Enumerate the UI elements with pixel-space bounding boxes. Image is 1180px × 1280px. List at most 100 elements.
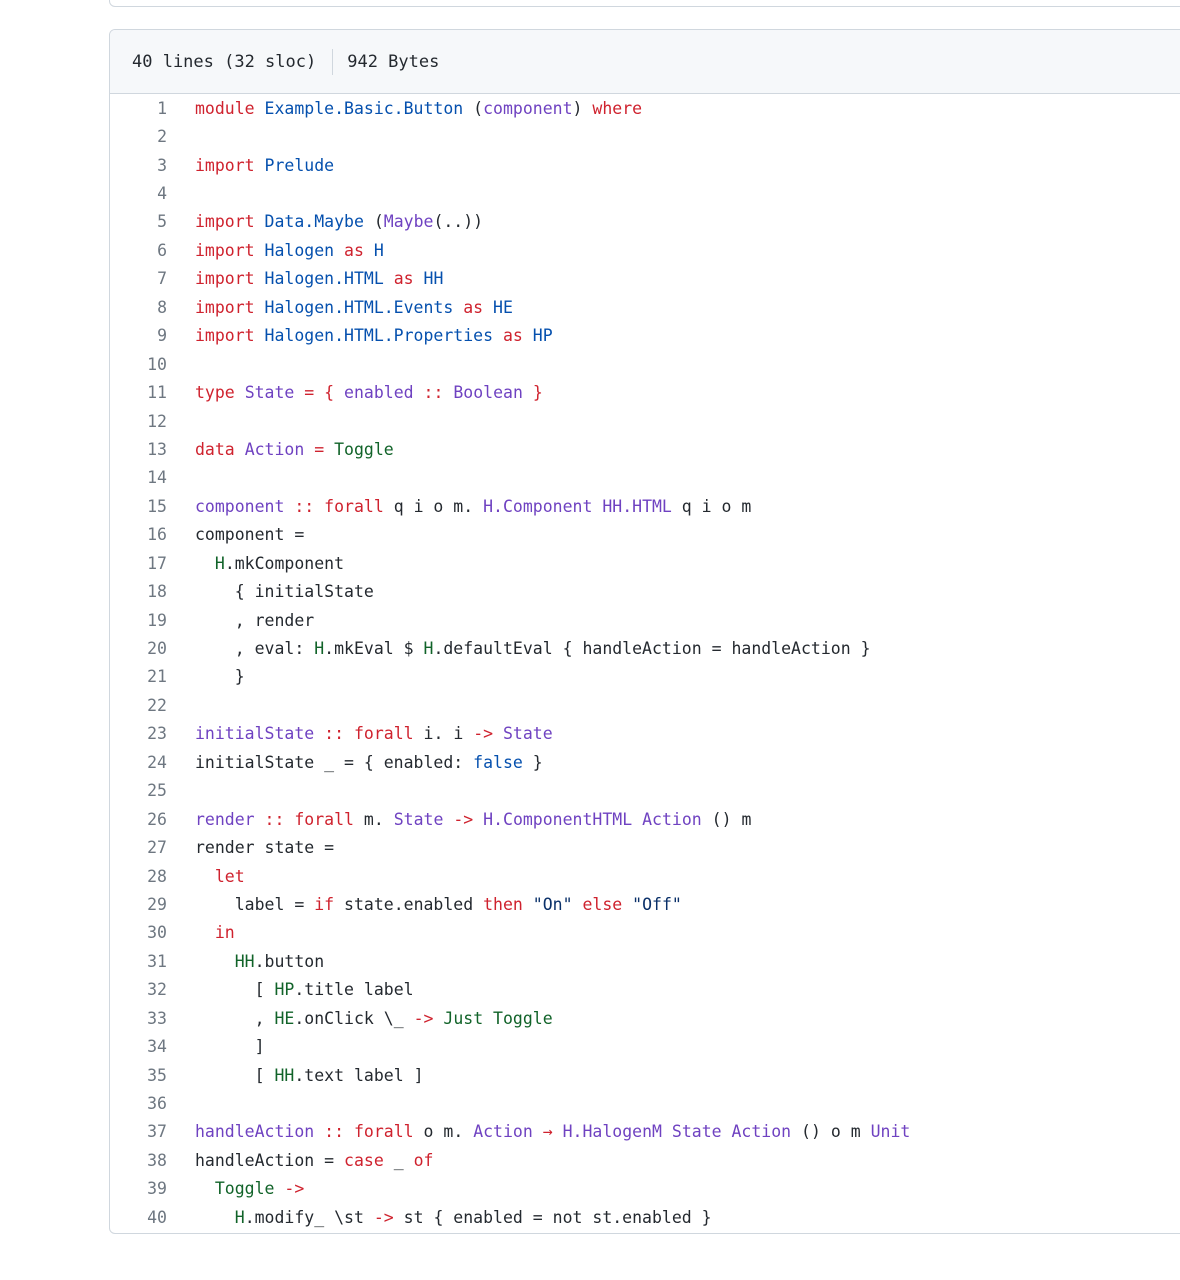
line-number[interactable]: 20 <box>110 639 167 658</box>
code-line: 32 [ HP.title label <box>110 976 1180 1004</box>
line-number[interactable]: 35 <box>110 1066 167 1085</box>
line-number[interactable]: 12 <box>110 412 167 431</box>
line-number[interactable]: 13 <box>110 440 167 459</box>
code-token: Action <box>642 809 702 829</box>
code-token: import <box>195 240 255 260</box>
line-number[interactable]: 40 <box>110 1208 167 1227</box>
line-code: , eval: H.mkEval $ H.defaultEval { handl… <box>167 639 871 658</box>
line-number[interactable]: 33 <box>110 1009 167 1028</box>
code-token: } <box>522 752 543 772</box>
code-token: HH <box>234 951 255 971</box>
line-number[interactable]: 15 <box>110 497 167 516</box>
line-number[interactable]: 25 <box>110 781 167 800</box>
code-token: H.HalogenM <box>562 1122 662 1142</box>
line-number[interactable]: 11 <box>110 383 167 402</box>
code-token: forall <box>353 724 414 744</box>
code-token: state.enabled <box>334 894 484 914</box>
code-token: st { enabled = not st.enabled } <box>393 1207 712 1227</box>
line-number[interactable]: 5 <box>110 212 167 231</box>
code-line: 6 import Halogen as H <box>110 236 1180 264</box>
line-number[interactable]: 28 <box>110 867 167 886</box>
line-number[interactable]: 22 <box>110 696 167 715</box>
line-number[interactable]: 34 <box>110 1037 167 1056</box>
code-line: 4 <box>110 179 1180 207</box>
code-token: Data.Maybe <box>264 212 364 232</box>
line-code: import Halogen.HTML as HH <box>167 269 443 288</box>
line-number[interactable]: 8 <box>110 298 167 317</box>
code-line: 8 import Halogen.HTML.Events as HE <box>110 293 1180 321</box>
code-token: :: <box>264 809 285 829</box>
line-number[interactable]: 19 <box>110 611 167 630</box>
code-token: i. i <box>413 724 474 744</box>
code-token: HE <box>493 297 513 317</box>
code-token: H.ComponentHTML <box>483 809 633 829</box>
line-number[interactable]: 23 <box>110 724 167 743</box>
line-number[interactable]: 37 <box>110 1122 167 1141</box>
line-number[interactable]: 1 <box>110 99 167 118</box>
line-number[interactable]: 27 <box>110 838 167 857</box>
code-token: :: <box>324 1122 345 1142</box>
line-code: handleAction :: forall o m. Action → H.H… <box>167 1122 910 1141</box>
line-number[interactable]: 26 <box>110 810 167 829</box>
line-number[interactable]: 2 <box>110 127 167 146</box>
code-token: -> <box>373 1207 394 1227</box>
line-number[interactable]: 32 <box>110 980 167 999</box>
code-token: where <box>592 98 643 118</box>
line-code: ] <box>167 1037 265 1056</box>
line-number[interactable]: 29 <box>110 895 167 914</box>
code-token: Just Toggle <box>443 1008 553 1028</box>
line-number[interactable]: 16 <box>110 525 167 544</box>
line-code: data Action = Toggle <box>167 440 394 459</box>
line-number[interactable]: 39 <box>110 1179 167 1198</box>
line-number[interactable]: 21 <box>110 667 167 686</box>
code-token: then <box>483 894 523 914</box>
line-number[interactable]: 30 <box>110 923 167 942</box>
line-number[interactable]: 10 <box>110 355 167 374</box>
code-line: 27 render state = <box>110 833 1180 861</box>
code-token: enabled <box>344 383 414 403</box>
code-token: "Off" <box>632 894 682 914</box>
code-token: → <box>542 1122 553 1142</box>
line-number[interactable]: 38 <box>110 1151 167 1170</box>
code-token: Prelude <box>264 155 335 175</box>
line-number[interactable]: 7 <box>110 269 167 288</box>
code-token: .defaultEval { handleAction = handleActi… <box>433 639 871 659</box>
line-number[interactable]: 14 <box>110 468 167 487</box>
line-code: H.mkComponent <box>167 554 344 573</box>
code-token: HP <box>274 980 295 1000</box>
line-number[interactable]: 6 <box>110 241 167 260</box>
line-number[interactable]: 3 <box>110 156 167 175</box>
line-number[interactable]: 24 <box>110 753 167 772</box>
line-number[interactable]: 17 <box>110 554 167 573</box>
code-token: :: <box>423 383 444 403</box>
code-token: q i o m. <box>383 496 484 516</box>
line-number[interactable]: 36 <box>110 1094 167 1113</box>
code-line: 7 import Halogen.HTML as HH <box>110 265 1180 293</box>
line-code: let <box>167 867 245 886</box>
line-number[interactable]: 18 <box>110 582 167 601</box>
line-code: HH.button <box>167 952 324 971</box>
line-number[interactable]: 4 <box>110 184 167 203</box>
line-code: import Halogen.HTML.Events as HE <box>167 298 513 317</box>
code-token: false <box>473 752 523 772</box>
code-line: 22 <box>110 691 1180 719</box>
code-token: case <box>344 1150 384 1170</box>
line-number[interactable]: 9 <box>110 326 167 345</box>
code-token: -> <box>473 724 494 744</box>
code-line: 25 <box>110 777 1180 805</box>
code-line: 18 { initialState <box>110 577 1180 605</box>
code-token: Toggle <box>334 439 394 459</box>
line-code: [ HH.text label ] <box>167 1066 424 1085</box>
line-number[interactable]: 31 <box>110 952 167 971</box>
